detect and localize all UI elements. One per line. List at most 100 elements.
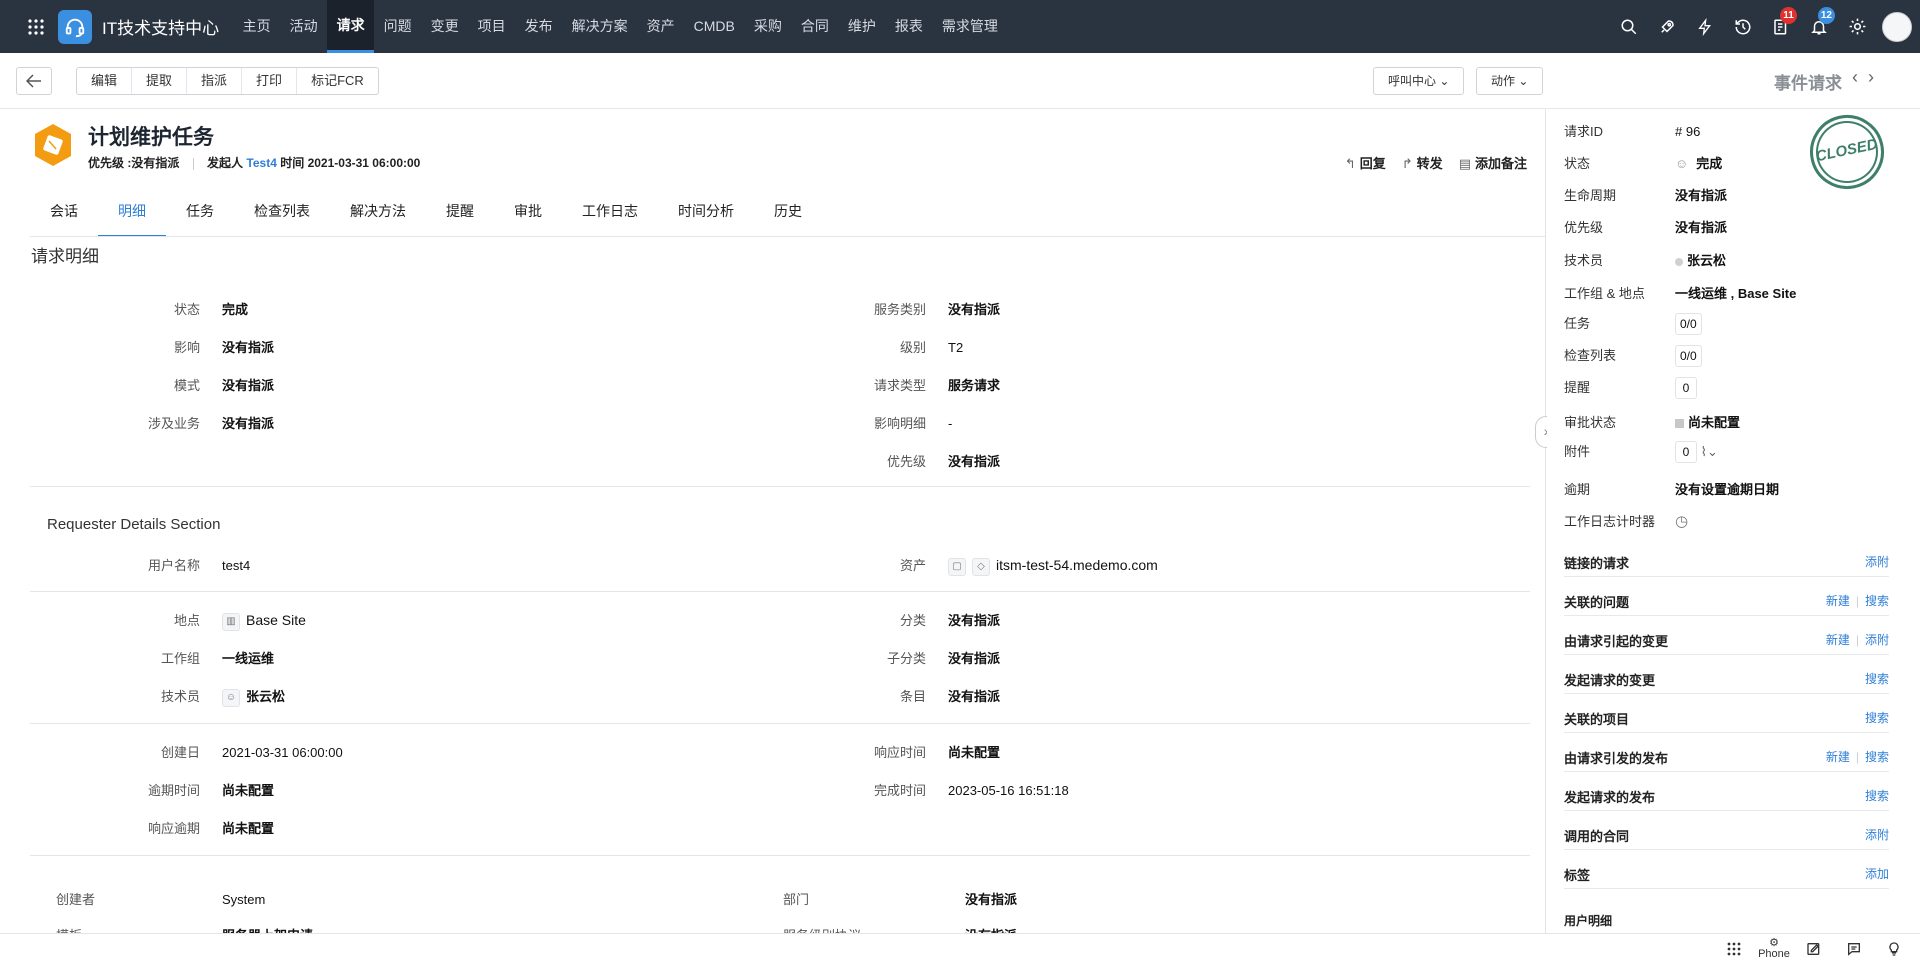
bell-icon[interactable]: 12 — [1800, 0, 1838, 53]
nav-item-12[interactable]: 维护 — [838, 0, 885, 53]
attach-link[interactable]: 添附 — [1865, 633, 1889, 647]
chevron-right-icon[interactable]: › — [1868, 67, 1884, 87]
nav-item-11[interactable]: 合同 — [791, 0, 838, 53]
search-link[interactable]: 搜索 — [1865, 594, 1889, 608]
detail-priority: 优先级 没有指派 — [886, 454, 1001, 469]
nav-item-7[interactable]: 解决方案 — [562, 0, 637, 53]
search-link[interactable]: 搜索 — [1865, 672, 1889, 686]
tab-reminders[interactable]: 提醒 — [426, 193, 494, 237]
nav-item-4[interactable]: 变更 — [421, 0, 468, 53]
call-center-dropdown[interactable]: 呼叫中心 ⌄ — [1373, 67, 1465, 95]
nav-item-10[interactable]: 采购 — [744, 0, 791, 53]
nav-item-9[interactable]: CMDB — [684, 0, 744, 53]
add-link[interactable]: 添加 — [1865, 867, 1889, 881]
tasks-badge: 11 — [1780, 7, 1797, 24]
history-icon[interactable] — [1724, 0, 1762, 53]
new-link[interactable]: 新建 — [1826, 633, 1850, 647]
bottom-bar: ⚙ Phone — [0, 933, 1920, 963]
nav-item-13[interactable]: 报表 — [885, 0, 932, 53]
new-link[interactable]: 新建 — [1826, 750, 1850, 764]
forward-button[interactable]: ↱ 转发 — [1402, 153, 1443, 172]
paperclip-icon[interactable]: ⌇⌄ — [1701, 444, 1718, 459]
assign-button[interactable]: 指派 — [187, 68, 243, 94]
chevron-left-icon[interactable]: ‹ — [1852, 67, 1868, 87]
tab-conversation[interactable]: 会话 — [30, 193, 98, 237]
tab-worklog[interactable]: 工作日志 — [562, 193, 658, 237]
eye-icon[interactable]: ◇ — [972, 557, 990, 576]
tab-details[interactable]: 明细 — [98, 193, 166, 237]
detail-level: 级别 T2 — [899, 340, 964, 355]
tab-time-analysis[interactable]: 时间分析 — [658, 193, 754, 237]
reply-button[interactable]: ↰ 回复 — [1345, 153, 1386, 172]
reply-label: 回复 — [1359, 156, 1386, 171]
nav-item-1[interactable]: 活动 — [280, 0, 327, 53]
search-link[interactable]: 搜索 — [1865, 789, 1889, 803]
nav-item-6[interactable]: 发布 — [515, 0, 562, 53]
headset-logo-icon[interactable] — [58, 9, 92, 44]
search-link[interactable]: 搜索 — [1865, 750, 1889, 764]
attach-link[interactable]: 添附 — [1865, 828, 1889, 842]
requester-subcategory: 子分类 没有指派 — [886, 651, 1001, 666]
asset-link[interactable]: itsm-test-54.medemo.com — [996, 557, 1158, 573]
side-request-id: 请求ID # 96 — [1564, 124, 1701, 139]
action-button-group: 编辑 提取 指派 打印 标记FCR — [76, 67, 379, 95]
header-actions: ↰ 回复 ↱ 转发 ▤ 添加备注 — [1345, 153, 1527, 172]
edit-button[interactable]: 编辑 — [77, 68, 133, 94]
edit-note-icon[interactable] — [1794, 934, 1834, 963]
nav-item-14[interactable]: 需求管理 — [932, 0, 1007, 53]
attach-link[interactable]: 添附 — [1865, 555, 1889, 569]
side-tasks: 任务 0/0 — [1564, 313, 1702, 335]
nav-item-5[interactable]: 项目 — [468, 0, 515, 53]
template: 模板服务器上架申请 — [56, 925, 313, 933]
mark-fcr-button[interactable]: 标记FCR — [297, 68, 378, 94]
app-title[interactable]: IT技术支持中心 — [102, 14, 219, 39]
priority-value: 没有指派 — [131, 156, 180, 170]
completed-time: 完成时间 2023-05-16 16:51:18 — [873, 783, 1069, 798]
requester-link[interactable]: Test4 — [246, 156, 276, 170]
tasks-icon[interactable]: 11 — [1762, 0, 1800, 53]
user-avatar[interactable] — [1882, 11, 1912, 42]
nav-item-8[interactable]: 资产 — [637, 0, 684, 53]
created-date: 创建日 2021-03-31 06:00:00 — [160, 745, 343, 760]
search-link[interactable]: 搜索 — [1865, 711, 1889, 725]
nav-item-3[interactable]: 问题 — [374, 0, 421, 53]
side-group-site: 工作组 & 地点 一线运维 , Base Site — [1564, 286, 1797, 301]
nav-item-0[interactable]: 主页 — [233, 0, 280, 53]
detail-mode: 模式 没有指派 — [173, 378, 275, 393]
tab-resolution[interactable]: 解决方法 — [330, 193, 426, 237]
nav-item-2[interactable]: 请求 — [327, 0, 375, 53]
print-button[interactable]: 打印 — [242, 68, 298, 94]
requester-section-title: Requester Details Section — [47, 516, 221, 533]
actions-dropdown[interactable]: 动作 ⌄ — [1476, 67, 1544, 95]
side-attachments: 附件 0 ⌇⌄ — [1564, 441, 1718, 463]
detail-impact: 影响 没有指派 — [173, 340, 275, 355]
note-icon: ▤ — [1458, 156, 1471, 171]
forward-icon: ↱ — [1401, 156, 1413, 171]
lightning-icon[interactable] — [1686, 0, 1724, 53]
tab-history[interactable]: 历史 — [754, 193, 822, 237]
chevron-down-icon: ⌄ — [1518, 74, 1529, 88]
side-reminders: 提醒 0 — [1564, 377, 1697, 399]
add-note-button[interactable]: ▤ 添加备注 — [1459, 153, 1527, 172]
request-main-panel: 计划维护任务 优先级 :没有指派 发起人 Test4 时间 2021-03-31… — [16, 109, 1546, 933]
search-icon[interactable] — [1610, 0, 1648, 53]
pickup-button[interactable]: 提取 — [132, 68, 188, 94]
gear-icon[interactable] — [1838, 0, 1876, 53]
add-note-label: 添加备注 — [1474, 156, 1527, 171]
phone-settings-button[interactable]: ⚙ Phone — [1754, 934, 1794, 963]
chat-icon[interactable] — [1834, 934, 1874, 963]
lightbulb-icon[interactable] — [1874, 934, 1914, 963]
notifications-badge: 12 — [1817, 7, 1835, 24]
rocket-icon[interactable] — [1648, 0, 1686, 53]
stopwatch-icon[interactable]: ◷ — [1675, 512, 1688, 530]
back-button[interactable] — [16, 67, 52, 95]
tab-approvals[interactable]: 审批 — [494, 193, 562, 237]
dialpad-icon[interactable] — [1714, 934, 1754, 963]
requester-asset: 资产 ▢ ◇ itsm-test-54.medemo.com — [832, 555, 1158, 576]
tab-checklist[interactable]: 检查列表 — [234, 193, 330, 237]
new-link[interactable]: 新建 — [1826, 594, 1850, 608]
detail-service-category: 服务类别 没有指派 — [873, 302, 1001, 317]
response-due: 响应逾期 尚未配置 — [147, 821, 275, 836]
department: 部门 没有指派 — [783, 892, 1018, 907]
tab-tasks[interactable]: 任务 — [166, 193, 234, 237]
